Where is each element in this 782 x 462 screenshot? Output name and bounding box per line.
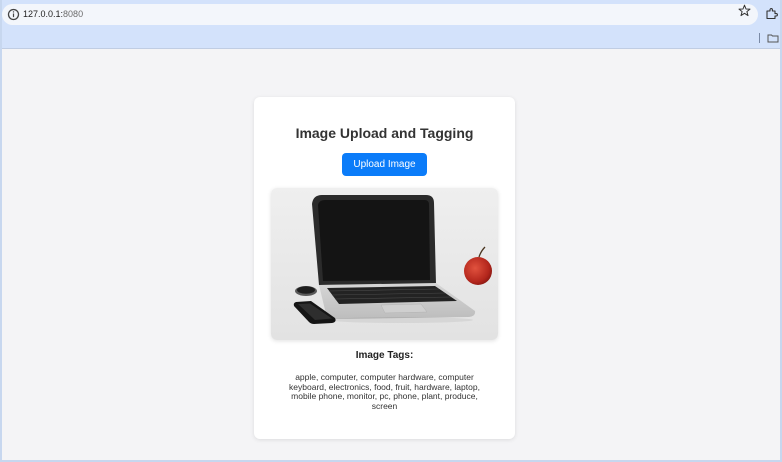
browser-toolbar: 127.0.0.1:8080 (0, 0, 782, 28)
bookmarks-folder-icon[interactable] (767, 32, 779, 44)
bookmarks-divider (759, 33, 760, 43)
image-tags-list: apple, computer, computer hardware, comp… (289, 372, 480, 411)
url-text[interactable]: 127.0.0.1:8080 (23, 8, 83, 21)
bookmark-star-icon[interactable] (738, 4, 751, 17)
upload-image-button[interactable]: Upload Image (342, 153, 427, 176)
uploaded-image (271, 188, 498, 340)
page-title: Image Upload and Tagging (295, 125, 474, 141)
url-port: 8080 (63, 9, 84, 19)
url-host: 127.0.0.1: (23, 9, 64, 19)
image-tags-heading: Image Tags: (355, 350, 414, 361)
extensions-icon[interactable] (765, 7, 778, 20)
bookmarks-bar (0, 28, 782, 49)
address-bar[interactable]: 127.0.0.1:8080 (2, 4, 758, 25)
laptop-photo-illustration (271, 188, 498, 340)
upload-card: Image Upload and Tagging Upload Image Im… (254, 97, 515, 439)
site-info-icon[interactable] (7, 8, 20, 21)
